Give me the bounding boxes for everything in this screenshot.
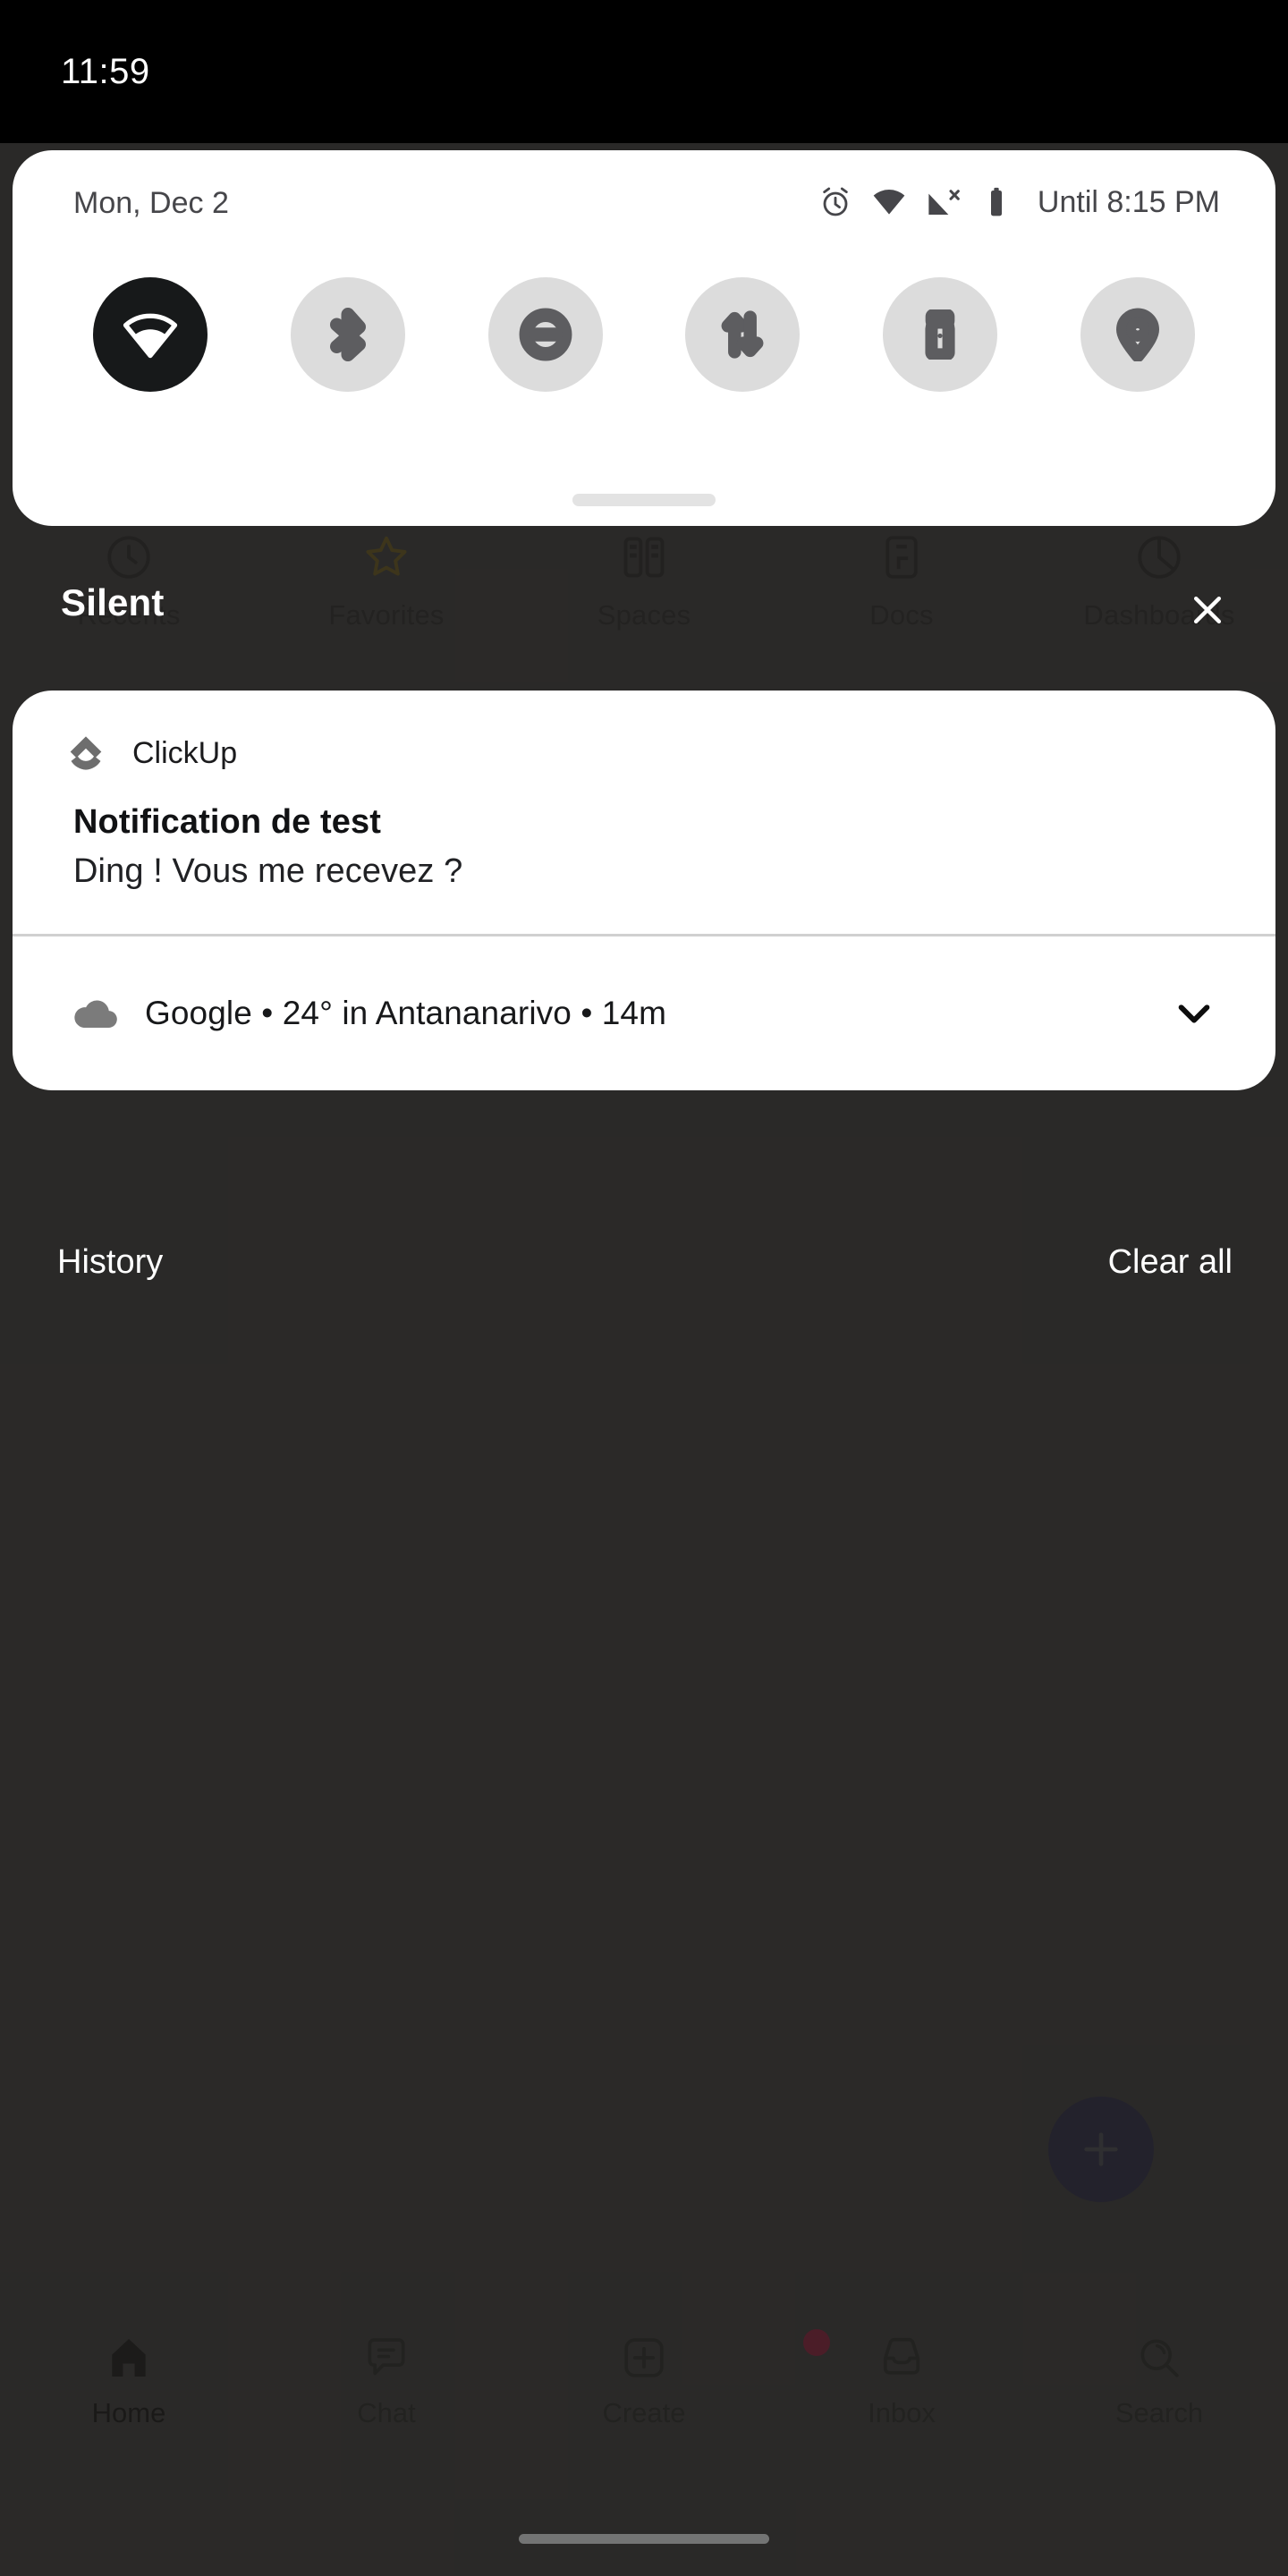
notification-expand-button[interactable]	[1163, 982, 1225, 1045]
qs-tile-background	[883, 277, 997, 392]
status-bar-clock: 11:59	[61, 52, 150, 92]
location-pin-icon	[1111, 308, 1165, 361]
notification-header: ClickUp	[13, 691, 1275, 776]
qs-tile-data-usage[interactable]	[644, 277, 842, 392]
cloud-icon	[70, 987, 122, 1039]
qs-tile-wifi[interactable]	[52, 277, 250, 392]
do-not-disturb-icon	[518, 307, 573, 362]
clear-all-button[interactable]: Clear all	[1108, 1243, 1233, 1282]
quick-settings-header: Mon, Dec 2 Until 8:15 PM	[13, 150, 1275, 267]
close-icon	[1188, 590, 1227, 630]
status-bar: 11:59	[0, 0, 1288, 143]
notification-google-weather[interactable]: Google • 24° in Antananarivo • 14m	[13, 936, 1275, 1090]
bluetooth-icon	[321, 308, 375, 361]
wifi-icon	[121, 305, 180, 364]
notification-text: Ding ! Vous me recevez ?	[73, 852, 1218, 891]
qs-tile-background	[291, 277, 405, 392]
qs-tile-background	[488, 277, 603, 392]
qs-status-icons: Until 8:15 PM	[818, 184, 1220, 220]
cellular-off-icon	[925, 184, 961, 220]
alarm-icon	[818, 184, 853, 220]
qs-tile-background	[1080, 277, 1195, 392]
qs-tile-location[interactable]	[1038, 277, 1236, 392]
qs-tile-flashlight[interactable]	[842, 277, 1039, 392]
qs-date-label: Mon, Dec 2	[73, 186, 229, 221]
data-transfer-icon	[716, 309, 768, 360]
silent-section-close-button[interactable]	[1179, 581, 1236, 639]
qs-dnd-status: Until 8:15 PM	[1038, 185, 1220, 220]
history-button[interactable]: History	[57, 1243, 163, 1282]
notification-card-group: ClickUp Notification de test Ding ! Vous…	[13, 691, 1275, 1090]
clickup-icon	[63, 730, 109, 776]
quick-settings-tiles	[13, 277, 1275, 456]
notification-body: Notification de test Ding ! Vous me rece…	[13, 776, 1275, 934]
silent-section-header: Silent	[0, 581, 1288, 653]
chevron-down-icon	[1170, 989, 1218, 1038]
quick-settings-drag-handle[interactable]	[572, 494, 716, 506]
qs-tile-bluetooth[interactable]	[250, 277, 447, 392]
notification-clickup[interactable]: ClickUp Notification de test Ding ! Vous…	[13, 691, 1275, 934]
notification-title: Notification de test	[73, 803, 1218, 842]
notification-footer-actions: History Clear all	[0, 1243, 1288, 1306]
qs-tile-do-not-disturb[interactable]	[446, 277, 644, 392]
flashlight-icon	[915, 309, 965, 360]
notification-summary: Google • 24° in Antananarivo • 14m	[145, 995, 666, 1032]
silent-section-label: Silent	[61, 581, 165, 624]
battery-icon	[979, 184, 1014, 220]
wifi-icon	[871, 184, 907, 220]
quick-settings-panel[interactable]: Mon, Dec 2 Until 8:15 PM	[13, 150, 1275, 526]
notification-app-name: ClickUp	[132, 736, 237, 771]
qs-tile-background	[685, 277, 800, 392]
qs-tile-background	[93, 277, 208, 392]
